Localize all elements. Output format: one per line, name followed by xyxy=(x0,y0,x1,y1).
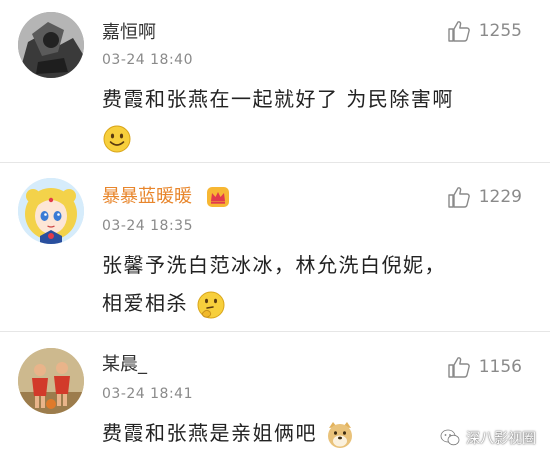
avatar[interactable] xyxy=(18,12,84,78)
username[interactable]: 某晨_ xyxy=(102,350,147,376)
watermark-text: 深八影视圈 xyxy=(466,431,536,447)
timestamp: 03-24 18:41 xyxy=(102,386,193,402)
smile-emoji xyxy=(103,125,131,152)
comment-text: 费霞和张燕是亲姐俩吧 xyxy=(102,414,355,452)
avatar-image xyxy=(18,178,84,244)
username-text: 暴暴蓝暖暖 xyxy=(102,186,192,207)
comment-text-line: 张馨予洗白范冰冰，林允洗白倪妮， xyxy=(102,253,446,277)
doge-emoji xyxy=(327,421,352,448)
thumbs-up-icon xyxy=(448,187,470,208)
thumbs-up-icon xyxy=(448,357,470,378)
comment-text: 张馨予洗白范冰冰，林允洗白倪妮， 相爱相杀 xyxy=(102,246,446,322)
comment-text: 费霞和张燕在一起就好了 为民除害啊 xyxy=(102,80,454,156)
avatar-image xyxy=(18,12,84,78)
crown-icon xyxy=(206,187,229,207)
thinking-emoji xyxy=(197,291,225,318)
timestamp: 03-24 18:40 xyxy=(102,52,193,68)
watermark: 深八影视圈 xyxy=(440,428,536,448)
wechat-icon xyxy=(440,429,460,446)
comment-item: 嘉恒啊 03-24 18:40 1255 费霞和张燕在一起就好了 为民除害啊 xyxy=(0,0,550,160)
like-count: 1229 xyxy=(478,187,522,207)
like-button[interactable]: 1229 xyxy=(447,186,522,208)
like-button[interactable]: 1255 xyxy=(447,20,522,42)
avatar-image xyxy=(18,348,84,414)
avatar[interactable] xyxy=(18,178,84,244)
comment-text-line: 费霞和张燕在一起就好了 为民除害啊 xyxy=(102,87,454,111)
username[interactable]: 暴暴蓝暖暖 xyxy=(102,182,230,208)
avatar[interactable] xyxy=(18,348,84,414)
timestamp: 03-24 18:35 xyxy=(102,218,193,234)
username[interactable]: 嘉恒啊 xyxy=(102,18,156,44)
thumbs-up-icon xyxy=(448,21,470,42)
comment-text-line: 费霞和张燕是亲姐俩吧 xyxy=(102,421,317,445)
comment-text-line: 相爱相杀 xyxy=(102,291,188,315)
like-count: 1255 xyxy=(478,21,522,41)
comment-item: 暴暴蓝暖暖 03-24 18:35 1229 张馨予洗白范冰冰，林允洗白倪妮， … xyxy=(0,160,550,330)
like-count: 1156 xyxy=(478,357,522,377)
like-button[interactable]: 1156 xyxy=(447,356,522,378)
